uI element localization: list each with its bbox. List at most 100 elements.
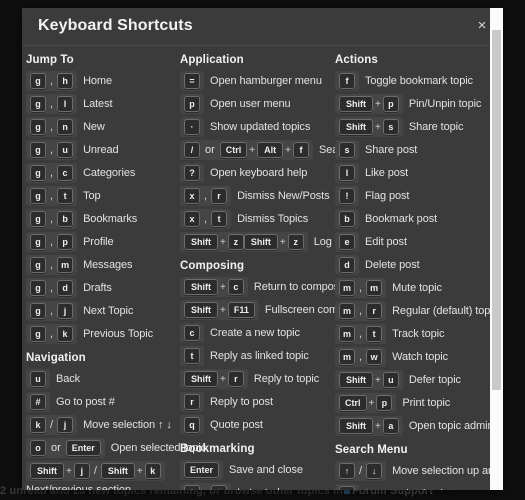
- keycap: g: [30, 326, 46, 342]
- keycap: l: [184, 485, 200, 490]
- keycap: p: [382, 96, 399, 112]
- shortcut-row: # Go to post #: [26, 392, 180, 412]
- keycap: l: [57, 96, 74, 112]
- key-separator: +: [220, 281, 226, 293]
- keycap: s: [339, 142, 355, 158]
- keycap: j: [57, 417, 74, 433]
- keycap: ↑: [339, 463, 355, 479]
- key-separator: ,: [50, 213, 54, 225]
- key-combo: m,t: [335, 324, 387, 344]
- key-combo: g,b: [26, 209, 78, 229]
- key-combo: Shift + r: [180, 369, 248, 389]
- keycap: r: [211, 188, 228, 204]
- key-combo: m,w: [335, 347, 387, 367]
- shortcut-label: Reply to post: [210, 396, 273, 408]
- keycap: l: [339, 165, 355, 181]
- shortcut-row: Shift + u Defer topic: [335, 370, 503, 390]
- keycap: r: [227, 371, 244, 387]
- keycap: Shift: [184, 279, 218, 295]
- key-combo: Shift + j / Shift + k: [26, 461, 165, 481]
- key-combo: c: [180, 323, 204, 343]
- shortcut-row: t Reply as linked topic: [180, 346, 335, 366]
- keycap: t: [211, 485, 228, 490]
- dialog-header: Keyboard Shortcuts ×: [22, 8, 503, 46]
- key-separator: +: [220, 236, 226, 248]
- column-right: Actions f Toggle bookmark topic Shift + p Pin/…: [335, 54, 503, 490]
- key-combo: g,c: [26, 163, 78, 183]
- shortcut-label: Latest: [83, 98, 113, 110]
- keycap: g: [30, 188, 46, 204]
- shortcut-label: Top: [83, 190, 101, 202]
- key-separator: +: [220, 373, 226, 385]
- dialog-scrollbar[interactable]: [490, 8, 503, 490]
- key-combo: #: [26, 392, 50, 412]
- dialog-body[interactable]: Jump To g, h Home g, l Latest g, n New g, u Unread g,…: [22, 46, 503, 490]
- shortcut-label: New: [83, 121, 105, 133]
- shortcut-row: g, p Profile: [26, 232, 180, 252]
- shortcut-label: Defer topic: [408, 374, 461, 386]
- key-separator: ,: [50, 328, 54, 340]
- shortcut-row: Shift + c Return to composer: [180, 277, 349, 297]
- keycap: h: [57, 73, 74, 89]
- key-separator: ,: [50, 144, 54, 156]
- keycap: n: [57, 119, 74, 135]
- section-title: Search Menu: [335, 444, 408, 456]
- key-separator: ,: [50, 190, 54, 202]
- keycap: x: [184, 188, 200, 204]
- shortcut-row: m, t Track topic: [335, 324, 503, 344]
- shortcut-row: g, n New: [26, 117, 180, 137]
- shortcut-label: Unread: [83, 144, 119, 156]
- shortcut-row: Shift + r Reply to topic: [180, 369, 335, 389]
- shortcut-label: Share post: [365, 144, 418, 156]
- shortcut-label: Open hamburger menu: [210, 75, 322, 87]
- keycap: Alt: [257, 142, 284, 158]
- keycap: m: [339, 280, 356, 296]
- key-combo: Shift + p: [335, 94, 403, 114]
- keycap: e: [339, 234, 355, 250]
- shortcut-label: Delete post: [365, 259, 420, 271]
- keycap: Shift: [339, 119, 373, 135]
- keycap: a: [382, 418, 399, 434]
- keycap: g: [30, 280, 46, 296]
- keycap: Shift: [30, 463, 64, 479]
- section-title: Jump To: [26, 54, 74, 66]
- column-middle: Application = Open hamburger menu p Open use…: [180, 54, 365, 490]
- keycap: m: [57, 257, 74, 273]
- shortcut-row: Enter Save and close: [180, 460, 335, 480]
- key-combo: Ctrl + p: [335, 393, 397, 413]
- keycap: #: [30, 394, 46, 410]
- shortcut-row: Ctrl + p Print topic: [335, 393, 503, 413]
- key-separator: ,: [50, 121, 54, 133]
- keycap: s: [382, 119, 399, 135]
- key-separator: ,: [50, 305, 54, 317]
- key-separator: +: [368, 397, 375, 409]
- keycap: c: [227, 279, 244, 295]
- key-separator: +: [220, 304, 226, 316]
- keycap: g: [30, 257, 46, 273]
- keycap: /: [184, 142, 200, 158]
- keycap: Shift: [100, 463, 135, 479]
- shortcut-row: /orCtrl+Alt+fSearch: [180, 140, 353, 160]
- shortcut-label: Home: [83, 75, 113, 87]
- keycap: o: [30, 440, 46, 456]
- key-combo: Shift + z Shift + z: [180, 232, 308, 252]
- key-separator: ,: [204, 213, 208, 225]
- key-combo: f: [335, 71, 359, 91]
- key-combo: Shift + F11: [180, 300, 259, 320]
- shortcut-row: u Back: [26, 369, 180, 389]
- keycap: F11: [227, 302, 255, 318]
- scrollbar-thumb[interactable]: [492, 30, 501, 390]
- key-separator: /: [50, 419, 54, 431]
- keycap: Ctrl: [339, 395, 367, 411]
- keycap: u: [30, 371, 46, 387]
- shortcut-row: ? Open keyboard help: [180, 163, 335, 183]
- shortcut-label: Like post: [365, 167, 409, 179]
- key-combo: g,p: [26, 232, 78, 252]
- key-combo: r: [180, 392, 204, 412]
- keycap: t: [57, 188, 74, 204]
- key-separator: ,: [359, 328, 363, 340]
- shortcut-row: m, m Mute topic: [335, 278, 503, 298]
- keycap: m: [339, 349, 356, 365]
- shortcut-label: Track topic: [392, 328, 445, 340]
- section-title: Navigation: [26, 352, 86, 364]
